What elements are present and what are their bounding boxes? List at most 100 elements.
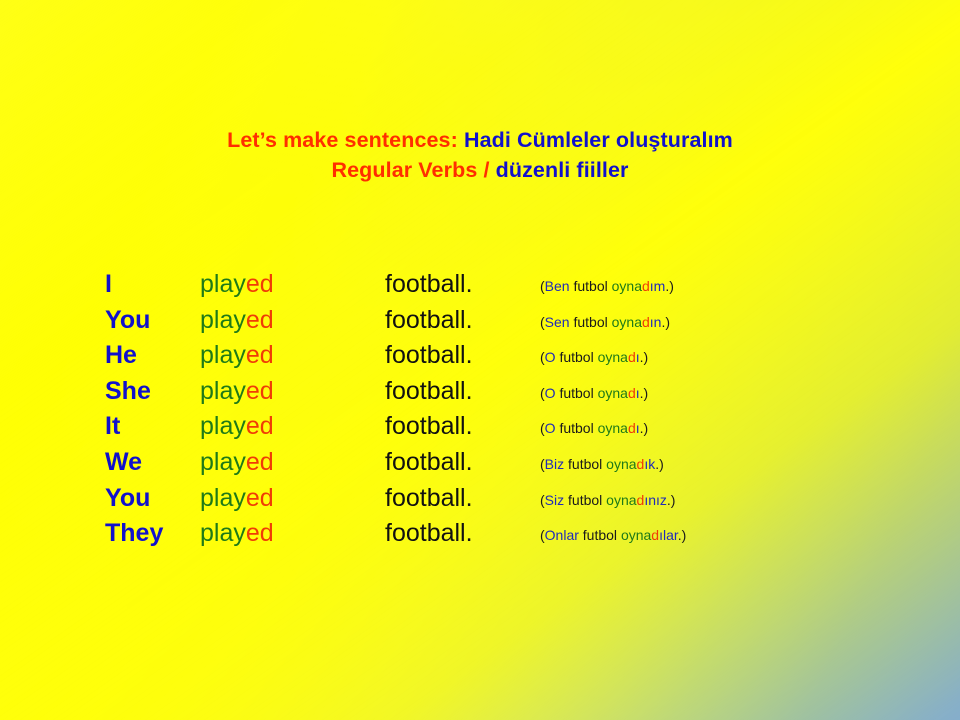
verb-stem: play xyxy=(200,376,246,405)
sentence-pronoun: We xyxy=(105,447,143,476)
verb-suffix: ed xyxy=(245,270,274,298)
translation-verb-stem: oyna xyxy=(597,420,628,437)
translation-close-paren: .) xyxy=(677,527,687,544)
sentence-translation: (O futbol oynadı.) xyxy=(540,385,915,401)
sentence-translation: (Biz futbol oynadık.) xyxy=(540,456,915,472)
sentence-verb: played xyxy=(200,484,385,513)
translation-object: futbol xyxy=(568,455,603,472)
verb-stem: play xyxy=(200,483,246,512)
translation-verb-stem: oyna xyxy=(597,349,628,366)
sentence-verb: played xyxy=(200,377,385,406)
translation-object: futbol xyxy=(573,313,608,330)
translation-person-ending: ın xyxy=(649,313,662,330)
verb-suffix: ed xyxy=(245,483,274,512)
translation-close-paren: .) xyxy=(639,384,649,401)
sentence-row: I played football. (Ben futbol oynadım.) xyxy=(105,270,915,306)
title-line-2-turkish: düzenli fiiller xyxy=(495,157,629,182)
sentence-row: He played football. (O futbol oynadı.) xyxy=(105,341,915,377)
translation-past-marker: d xyxy=(627,384,636,401)
translation-verb-stem: oyna xyxy=(606,455,637,472)
translation-person-ending: ım xyxy=(649,278,666,294)
translation-object: futbol xyxy=(568,491,603,508)
sentence-verb: played xyxy=(200,519,385,548)
translation-verb-stem: oyna xyxy=(611,313,642,330)
sentence-row: You played football. (Sen futbol oynadın… xyxy=(105,306,915,342)
verb-stem: play xyxy=(200,447,246,476)
sentence-pronoun: I xyxy=(105,270,112,298)
sentence-row: It played football. (O futbol oynadı.) xyxy=(105,412,915,448)
translation-person-ending: ılar xyxy=(659,527,678,544)
verb-suffix: ed xyxy=(245,376,274,405)
sentence-object: football. xyxy=(385,305,473,334)
translation-past-marker: d xyxy=(627,349,636,366)
sentence-pronoun: She xyxy=(105,376,151,405)
title-line-2-english: Regular Verbs / xyxy=(331,157,490,182)
sentence-object: football. xyxy=(385,341,473,370)
translation-pronoun: Biz xyxy=(544,455,565,472)
translation-close-paren: .) xyxy=(655,455,664,472)
translation-pronoun: Onlar xyxy=(544,527,579,544)
sentence-object: football. xyxy=(385,519,473,548)
verb-suffix: ed xyxy=(245,412,274,441)
translation-object: futbol xyxy=(573,278,608,294)
sentence-translation: (O futbol oynadı.) xyxy=(540,420,915,436)
translation-verb-stem: oyna xyxy=(597,384,628,401)
translation-past-marker: d xyxy=(641,313,650,330)
title-line-1-turkish: Hadi Cümleler oluşturalım xyxy=(463,128,733,152)
translation-object: futbol xyxy=(582,527,618,544)
slide-content: Let’s make sentences: Hadi Cümleler oluş… xyxy=(0,0,960,720)
translation-object: futbol xyxy=(559,349,594,366)
sentence-translation: (Sen futbol oynadın.) xyxy=(540,314,915,330)
verb-suffix: ed xyxy=(245,305,274,334)
translation-pronoun: O xyxy=(544,349,556,366)
translation-object: futbol xyxy=(559,420,594,437)
translation-verb-stem: oyna xyxy=(611,278,642,294)
verb-suffix: ed xyxy=(245,341,274,370)
sentence-pronoun: You xyxy=(105,305,151,334)
slide-canvas: Let’s make sentences: Hadi Cümleler oluş… xyxy=(0,0,960,720)
sentence-object: football. xyxy=(385,447,473,476)
sentence-row: She played football. (O futbol oynadı.) xyxy=(105,377,915,413)
sentence-object: football. xyxy=(385,270,473,298)
sentence-translation: (O futbol oynadı.) xyxy=(540,349,915,365)
sentence-list: I played football. (Ben futbol oynadım.)… xyxy=(105,270,915,555)
translation-past-marker: d xyxy=(651,527,660,544)
sentence-translation: (Siz futbol oynadınız.) xyxy=(540,492,915,508)
translation-past-marker: d xyxy=(641,278,650,294)
translation-close-paren: .) xyxy=(661,313,671,330)
sentence-translation: (Onlar futbol oynadılar.) xyxy=(540,527,915,543)
sentence-row: You played football. (Siz futbol oynadın… xyxy=(105,484,915,520)
sentence-row: We played football. (Biz futbol oynadık.… xyxy=(105,448,915,484)
sentence-pronoun: It xyxy=(105,412,121,441)
sentence-verb: played xyxy=(200,448,385,477)
translation-pronoun: Sen xyxy=(544,313,570,330)
verb-stem: play xyxy=(200,305,246,334)
translation-pronoun: Ben xyxy=(544,278,570,294)
sentence-pronoun: They xyxy=(105,519,164,548)
sentence-object: football. xyxy=(385,483,473,512)
translation-pronoun: O xyxy=(544,384,556,401)
sentence-pronoun: He xyxy=(105,341,137,370)
sentence-translation: (Ben futbol oynadım.) xyxy=(540,278,915,294)
translation-object: futbol xyxy=(559,384,594,401)
translation-person-ending: ınız xyxy=(644,491,667,508)
translation-past-marker: d xyxy=(627,420,636,437)
verb-stem: play xyxy=(200,412,246,441)
sentence-verb: played xyxy=(200,306,385,335)
sentence-verb: played xyxy=(200,270,385,299)
translation-pronoun: O xyxy=(544,420,556,437)
translation-close-paren: .) xyxy=(639,349,649,366)
translation-verb-stem: oyna xyxy=(606,491,637,508)
translation-pronoun: Siz xyxy=(544,491,565,508)
translation-close-paren: .) xyxy=(666,491,676,508)
verb-stem: play xyxy=(200,341,246,370)
translation-person-ending: ık xyxy=(644,455,656,472)
sentence-pronoun: You xyxy=(105,483,151,512)
sentence-object: football. xyxy=(385,376,473,405)
verb-suffix: ed xyxy=(245,447,274,476)
translation-close-paren: .) xyxy=(665,278,674,294)
sentence-verb: played xyxy=(200,412,385,441)
translation-verb-stem: oyna xyxy=(620,527,652,544)
verb-stem: play xyxy=(200,519,246,548)
verb-suffix: ed xyxy=(245,519,274,548)
